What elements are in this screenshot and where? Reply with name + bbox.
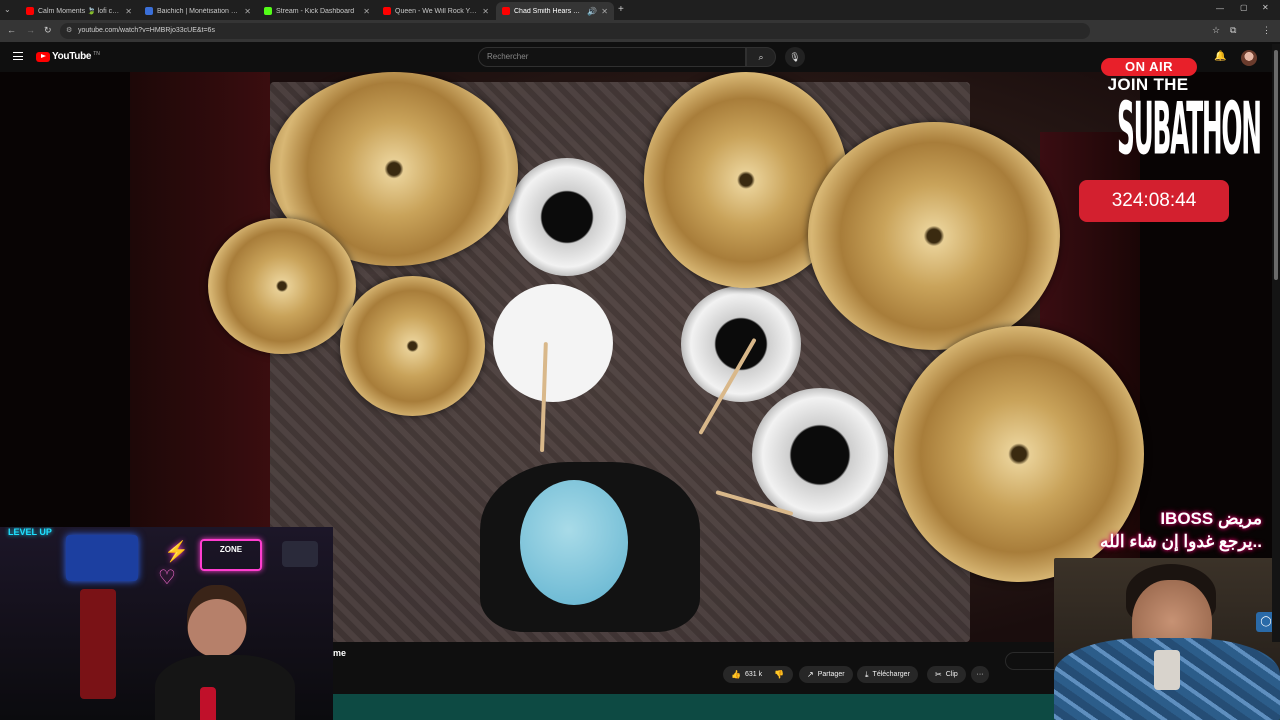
red-bottle [200, 687, 216, 720]
extension-icon[interactable]: ⧉ [1230, 25, 1236, 36]
close-icon[interactable]: ✕ [601, 7, 608, 16]
gaming-chair [80, 589, 116, 699]
subathon-timer: 324:08:44 [1079, 180, 1229, 222]
share-icon: ↗ [807, 670, 814, 679]
kick-favicon-icon [264, 7, 272, 15]
tab-label: Baichich | Monétisation pour l [157, 7, 241, 15]
reload-icon[interactable]: ↻ [44, 25, 52, 36]
floor-tom-drum [681, 286, 801, 402]
youtube-logo-text: YouTube [52, 51, 92, 62]
youtube-favicon-icon [502, 7, 510, 15]
search-input[interactable]: Rechercher [478, 47, 746, 67]
youtube-favicon-icon [383, 7, 391, 15]
video-title-fragment: me [333, 648, 347, 658]
clip-button[interactable]: ✂ Clip [927, 666, 966, 683]
tab-label: Queen - We Will Rock You (Offi [395, 7, 478, 15]
floor-tom-drum-2 [752, 388, 888, 522]
tab-label: Chad Smith Hears Thirty Se [514, 7, 583, 15]
close-window-icon[interactable]: ✕ [1262, 3, 1269, 12]
site-info-icon[interactable]: ⚙ [66, 23, 72, 39]
ride-cymbal [808, 122, 1060, 350]
new-tab-button[interactable]: + [618, 4, 624, 15]
youtube-header: YouTube TN Rechercher ⌕ 🎙 🔔 [0, 42, 1280, 72]
subathon-text: SUBATHON [1117, 88, 1262, 172]
download-label: Télécharger [872, 671, 910, 678]
streamer-body [155, 655, 295, 720]
share-button[interactable]: ↗ Partager [799, 666, 853, 683]
youtube-favicon-icon [26, 7, 34, 15]
like-count: 631 k [744, 671, 763, 678]
url-text: youtube.com/watch?v=HMBRjo33cUE&t=6s [78, 27, 215, 34]
tab-kick-dashboard[interactable]: Stream - Kick Dashboard ✕ [258, 2, 376, 20]
hi-hat-cymbal [340, 276, 485, 416]
doc-favicon-icon [145, 7, 153, 15]
thumbs-up-icon[interactable]: 👍 [731, 670, 741, 679]
tab-label: Stream - Kick Dashboard [276, 7, 355, 15]
zone-neon-sign: ZONE [200, 539, 262, 571]
tab-chad-smith[interactable]: Chad Smith Hears Thirty Se 🔊 ✕ [496, 2, 614, 20]
scrollbar-thumb[interactable] [1274, 50, 1278, 280]
close-icon[interactable]: ✕ [363, 7, 370, 16]
tab-queen[interactable]: Queen - We Will Rock You (Offi ✕ [377, 2, 495, 20]
tab-search-icon[interactable]: ⌄ [4, 5, 11, 14]
browser-tab-bar: ⌄ Calm Moments 🍃 lofi chill for ✕ Baichi… [0, 0, 1280, 20]
tab-baichich[interactable]: Baichich | Monétisation pour l ✕ [139, 2, 257, 20]
rack-tom-drum [508, 158, 626, 276]
youtube-logo[interactable]: YouTube TN [36, 51, 100, 62]
arabic-caption: IBOSS مريض يرجع غدوا إن شاء الله.. [1040, 508, 1262, 554]
youtube-play-icon [36, 51, 50, 62]
monitor-screen-2 [282, 541, 318, 567]
url-field[interactable]: ⚙ youtube.com/watch?v=HMBRjo33cUE&t=6s [60, 23, 1090, 39]
mug [1154, 650, 1180, 690]
arabic-caption-line2: يرجع غدوا إن شاء الله.. [1099, 532, 1262, 551]
drummer-cap [520, 480, 628, 605]
scissors-icon: ✂ [935, 670, 942, 679]
download-icon: ⤓ [865, 669, 869, 679]
country-code: TN [93, 50, 100, 57]
arabic-caption-line1: IBOSS مريض [1160, 509, 1262, 528]
splash-cymbal [208, 218, 356, 354]
streamer-webcam-right: ◯ [1054, 558, 1280, 720]
search-icon: ⌕ [758, 52, 764, 62]
voice-search-mic-icon[interactable]: 🎙 [785, 47, 805, 67]
close-icon[interactable]: ✕ [125, 7, 132, 16]
hamburger-menu-icon[interactable] [13, 52, 23, 60]
back-arrow-icon[interactable]: ← [7, 25, 16, 35]
share-label: Partager [817, 671, 845, 678]
bookmark-star-icon[interactable]: ☆ [1212, 25, 1220, 36]
subathon-banner: JOIN THE SUBATHON [1098, 76, 1262, 172]
notifications-bell-icon[interactable]: 🔔 [1214, 51, 1226, 62]
more-actions-button[interactable]: ··· [971, 666, 989, 683]
thumbs-down-icon[interactable]: 👎 [774, 670, 784, 679]
maximize-icon[interactable]: ▢ [1240, 3, 1248, 12]
level-up-sign: LEVEL UP [8, 527, 52, 537]
streamer-webcam-left: LEVEL UP ⚡ ♡ ZONE [0, 527, 333, 720]
speaker-icon[interactable]: 🔊 [587, 7, 597, 16]
snare-drum [493, 284, 613, 402]
like-dislike-button[interactable]: 👍 631 k 👎 [723, 666, 793, 683]
lightning-bolt-icon: ⚡ [164, 541, 189, 563]
search-button[interactable]: ⌕ [746, 47, 776, 67]
page-scrollbar[interactable] [1272, 44, 1280, 642]
streamer-head [187, 585, 247, 657]
account-avatar[interactable] [1241, 50, 1257, 66]
download-button[interactable]: ⤓ Télécharger [857, 666, 918, 683]
monitor-screen [66, 535, 138, 581]
clip-label: Clip [945, 671, 958, 678]
streamer-left [155, 585, 305, 720]
tab-label: Calm Moments 🍃 lofi chill for [38, 8, 121, 15]
close-icon[interactable]: ✕ [244, 7, 251, 16]
forward-arrow-icon[interactable]: → [26, 25, 35, 35]
address-bar-row: ← → ↻ ⚙ youtube.com/watch?v=HMBRjo33cUE&… [0, 20, 1280, 42]
tab-calm-moments[interactable]: Calm Moments 🍃 lofi chill for ✕ [20, 2, 138, 20]
browser-menu-icon[interactable]: ⋮ [1262, 25, 1271, 36]
minimize-icon[interactable]: — [1216, 4, 1224, 13]
close-icon[interactable]: ✕ [482, 7, 489, 16]
zone-text: ZONE [219, 545, 243, 554]
